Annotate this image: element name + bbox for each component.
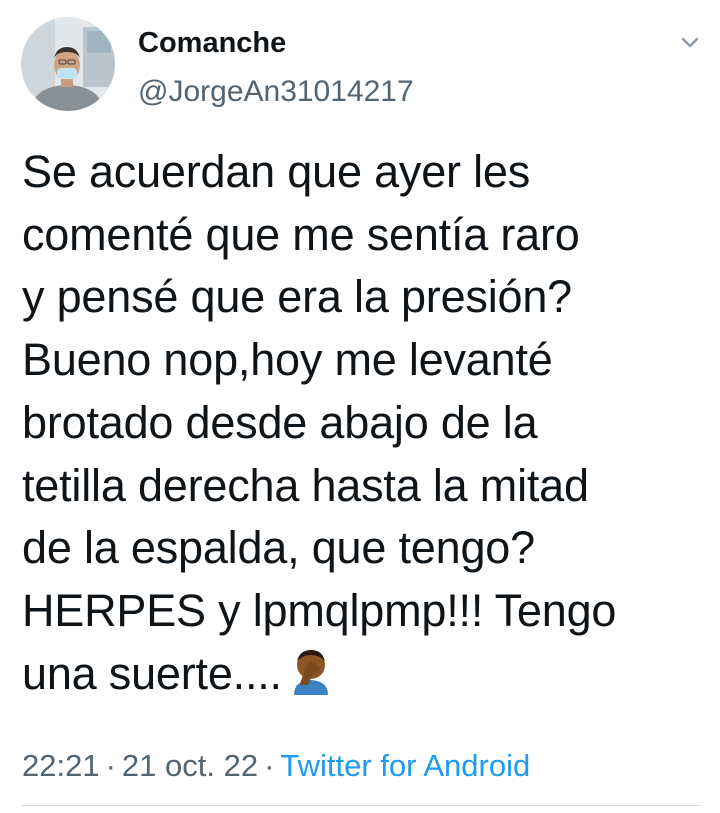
tweet-metadata: 22:21 · 21 oct. 22 · Twitter for Android [22,746,530,786]
tweet-source-link[interactable]: Twitter for Android [280,748,530,783]
tweet-body: Se acuerdan que ayer les comenté que me … [22,146,617,699]
separator: · [105,748,116,783]
tweet-text: Se acuerdan que ayer les comenté que me … [22,141,702,705]
tweet: Comanche @JorgeAn31014217 Se acuerdan qu… [0,0,720,813]
avatar[interactable] [21,17,115,111]
chevron-down-icon[interactable] [676,30,704,54]
face-palm-emoji-icon [286,645,336,695]
tweet-time[interactable]: 22:21 [22,748,100,783]
tweet-date[interactable]: 21 oct. 22 [122,748,258,783]
display-name[interactable]: Comanche [138,26,286,60]
divider [22,805,700,806]
user-handle[interactable]: @JorgeAn31014217 [138,74,414,110]
profile-photo-icon [21,17,115,111]
separator: · [264,748,275,783]
